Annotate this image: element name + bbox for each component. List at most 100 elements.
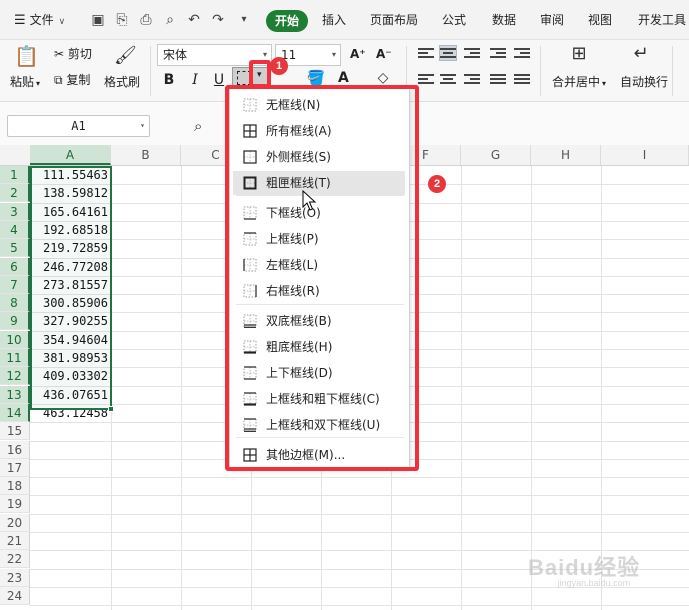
row-header[interactable]: 22 bbox=[0, 550, 30, 568]
zoom-icon[interactable]: ⌕ bbox=[194, 117, 202, 135]
grid-row-line bbox=[30, 605, 689, 606]
row-header[interactable]: 1 bbox=[0, 166, 30, 184]
decrease-font-button[interactable]: A⁻ bbox=[376, 46, 392, 62]
chevron-down-icon: ▾ bbox=[331, 50, 336, 59]
menu-bar: ☰ 文件 ∨ ▣ ⎘ ⎙ ⌕ ↶ ↷ ▾ 开始 插入 页面布局 公式 数据 审阅 视… bbox=[0, 0, 689, 40]
save-icon[interactable]: ▣ bbox=[90, 12, 106, 28]
tab-home[interactable]: 开始 bbox=[266, 10, 308, 32]
grid-row-line bbox=[30, 477, 689, 478]
chevron-down-icon: ∨ bbox=[58, 17, 66, 27]
row-header[interactable]: 18 bbox=[0, 477, 30, 495]
align-left-icon[interactable] bbox=[418, 72, 434, 86]
row-header[interactable]: 15 bbox=[0, 422, 30, 440]
grid-row-line bbox=[30, 495, 689, 496]
chevron-down-icon[interactable]: ▾ bbox=[236, 12, 252, 28]
ribbon-separator bbox=[540, 46, 541, 96]
row-header[interactable]: 10 bbox=[0, 331, 30, 349]
row-header[interactable]: 20 bbox=[0, 514, 30, 532]
column-header-h[interactable]: H bbox=[531, 145, 601, 165]
row-header[interactable]: 23 bbox=[0, 569, 30, 587]
align-top-icon[interactable] bbox=[418, 46, 434, 60]
print-preview-icon[interactable]: ⌕ bbox=[162, 12, 178, 28]
mouse-cursor-icon bbox=[302, 190, 317, 211]
row-header[interactable]: 11 bbox=[0, 349, 30, 367]
grid-column-line bbox=[531, 166, 532, 610]
row-header[interactable]: 16 bbox=[0, 441, 30, 459]
italic-button[interactable]: I bbox=[186, 70, 204, 90]
file-menu[interactable]: ☰ 文件 ∨ bbox=[14, 10, 65, 30]
merge-center-button[interactable]: 合并居中 ▾ bbox=[552, 74, 606, 92]
wrap-text-icon[interactable]: ↵ bbox=[630, 44, 652, 64]
tab-data[interactable]: 数据 bbox=[492, 10, 516, 30]
row-header[interactable]: 14 bbox=[0, 404, 30, 422]
tab-insert[interactable]: 插入 bbox=[322, 10, 346, 30]
column-header-b[interactable]: B bbox=[111, 145, 181, 165]
format-painter-icon[interactable]: 🖌 bbox=[114, 46, 137, 66]
copy-button[interactable]: ⧉ 复制 bbox=[54, 72, 90, 88]
redo-icon[interactable]: ↷ bbox=[210, 12, 226, 28]
column-header-a[interactable]: A bbox=[30, 145, 111, 165]
row-header[interactable]: 4 bbox=[0, 221, 30, 239]
row-header[interactable]: 8 bbox=[0, 294, 30, 312]
row-header[interactable]: 17 bbox=[0, 459, 30, 477]
tab-page-layout[interactable]: 页面布局 bbox=[370, 10, 418, 30]
format-painter-button[interactable]: 格式刷 bbox=[104, 74, 140, 90]
tab-view[interactable]: 视图 bbox=[588, 10, 612, 30]
paste-button[interactable]: 粘贴 ▾ bbox=[10, 74, 40, 92]
row-header[interactable]: 6 bbox=[0, 258, 30, 276]
scissors-icon: ✂ bbox=[54, 47, 65, 61]
annotation-badge-2: 2 bbox=[428, 175, 446, 193]
row-header[interactable]: 24 bbox=[0, 587, 30, 605]
fill-handle[interactable] bbox=[108, 406, 114, 412]
bold-button[interactable]: B bbox=[160, 70, 178, 90]
row-header[interactable]: 2 bbox=[0, 184, 30, 202]
decrease-indent-icon[interactable] bbox=[490, 46, 506, 60]
print-icon[interactable]: ⎙ bbox=[138, 12, 154, 28]
row-header[interactable]: 12 bbox=[0, 367, 30, 385]
row-header[interactable]: 5 bbox=[0, 239, 30, 257]
export-pdf-icon[interactable]: ⎘ bbox=[114, 12, 130, 28]
grid-column-line bbox=[601, 166, 602, 610]
chevron-down-icon: ▾ bbox=[140, 121, 145, 130]
name-box[interactable]: A1 ▾ bbox=[7, 115, 150, 137]
increase-font-button[interactable]: A⁺ bbox=[350, 46, 366, 62]
annotation-badge-1: 1 bbox=[270, 57, 288, 75]
highlight-box-menu bbox=[225, 85, 419, 471]
highlight-box-border-button bbox=[249, 60, 271, 88]
align-right-icon[interactable] bbox=[464, 72, 480, 86]
row-header[interactable]: 21 bbox=[0, 532, 30, 550]
increase-indent-icon[interactable] bbox=[514, 46, 530, 60]
tab-developer[interactable]: 开发工具 bbox=[638, 10, 686, 30]
font-name-value: 宋体 bbox=[163, 48, 188, 62]
row-header[interactable]: 7 bbox=[0, 276, 30, 294]
paste-icon[interactable]: 📋 bbox=[14, 46, 39, 66]
cut-label: 剪切 bbox=[67, 47, 92, 61]
row-header[interactable]: 9 bbox=[0, 312, 30, 330]
copy-icon: ⧉ bbox=[54, 73, 63, 87]
align-bottom-icon[interactable] bbox=[464, 46, 480, 60]
merge-cells-icon[interactable]: ⊞ bbox=[568, 44, 590, 64]
distributed-icon[interactable] bbox=[514, 72, 530, 86]
grid-column-line bbox=[181, 166, 182, 610]
undo-icon[interactable]: ↶ bbox=[186, 12, 202, 28]
grid-row-line bbox=[30, 514, 689, 515]
justify-icon[interactable] bbox=[490, 72, 506, 86]
align-middle-icon[interactable] bbox=[439, 45, 457, 61]
file-menu-label: 文件 bbox=[29, 13, 54, 27]
cell-selection bbox=[30, 166, 112, 410]
watermark: Baidu经验 jingyan.baidu.com bbox=[528, 550, 640, 588]
row-header[interactable]: 3 bbox=[0, 203, 30, 221]
column-header-g[interactable]: G bbox=[461, 145, 531, 165]
watermark-brand: Baidu经验 bbox=[528, 555, 641, 580]
wrap-text-button[interactable]: 自动换行 bbox=[620, 74, 668, 90]
tab-formulas[interactable]: 公式 bbox=[442, 10, 466, 30]
ribbon-separator bbox=[672, 46, 673, 96]
align-center-icon[interactable] bbox=[440, 72, 456, 86]
grid-row-line bbox=[30, 532, 689, 533]
cut-button[interactable]: ✂ 剪切 bbox=[54, 46, 92, 62]
row-header[interactable]: 19 bbox=[0, 495, 30, 513]
row-header[interactable]: 13 bbox=[0, 386, 30, 404]
grid-column-line bbox=[461, 166, 462, 610]
tab-review[interactable]: 审阅 bbox=[540, 10, 564, 30]
column-header-i[interactable]: I bbox=[601, 145, 689, 165]
